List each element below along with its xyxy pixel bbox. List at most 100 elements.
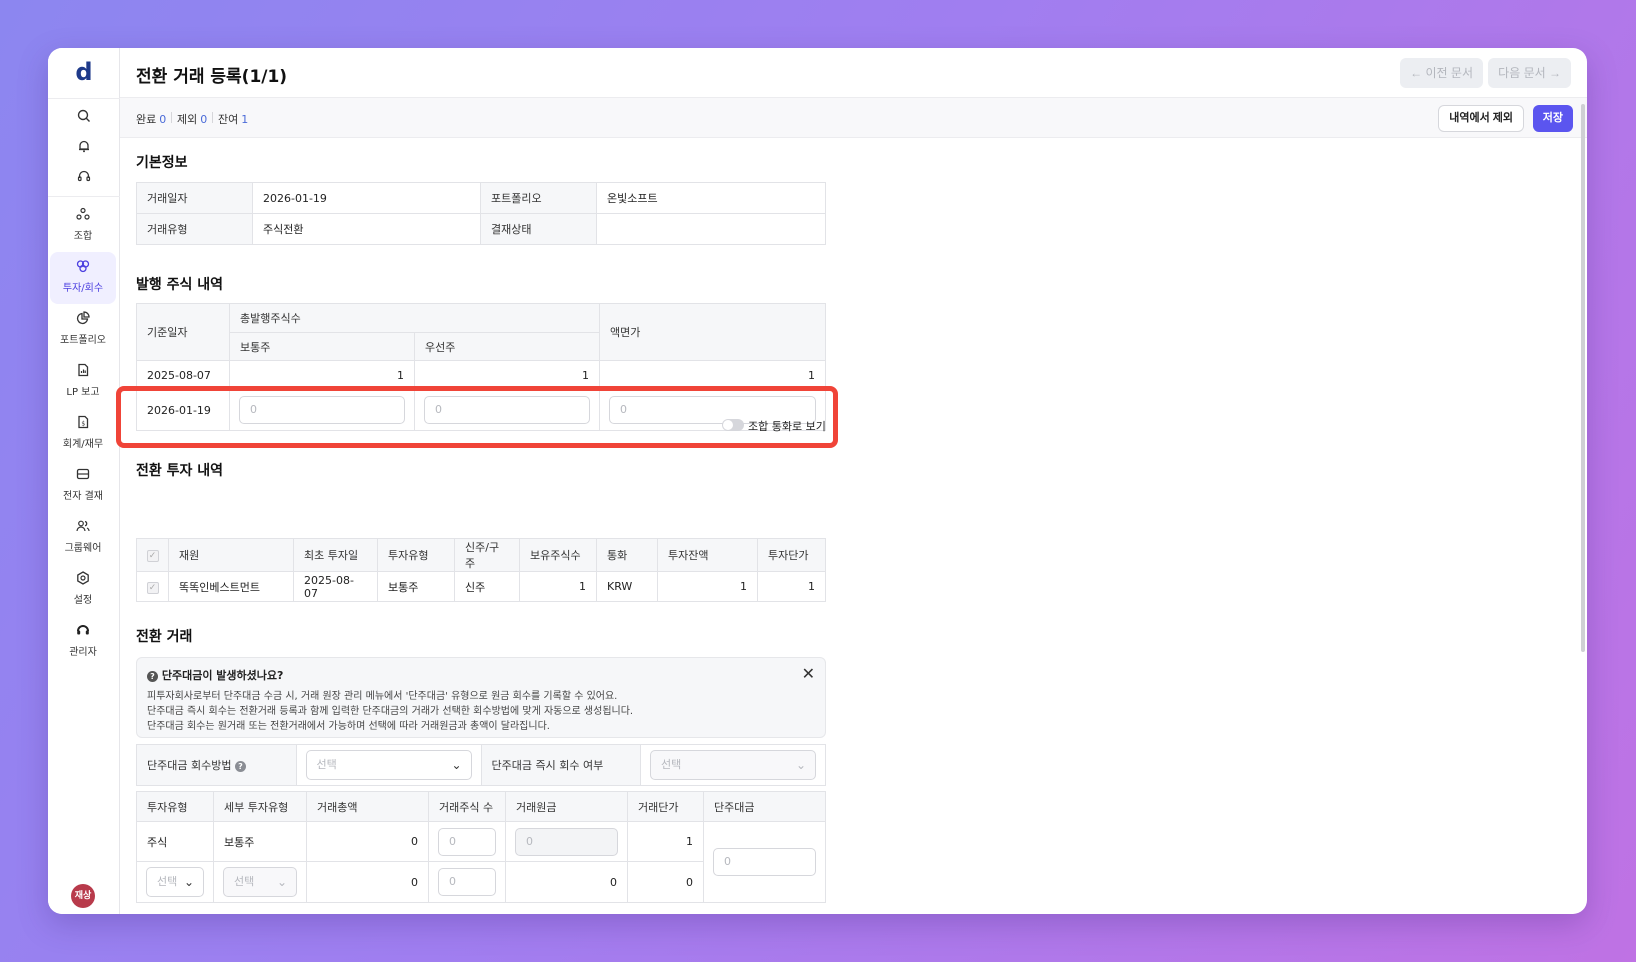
divider	[171, 112, 172, 123]
col-source: 재원	[168, 538, 294, 572]
sidebar-item-admin[interactable]: 관리자	[50, 616, 116, 668]
sidebar-item-settings[interactable]: 설정	[50, 564, 116, 616]
sidebar-item-label: 그룹웨어	[64, 543, 102, 554]
sub-type-select[interactable]: 선택 ⌄	[223, 867, 297, 897]
main-content: 기본정보 거래일자 2026-01-19 포트폴리오 온빛소프트 거래유형 주식…	[120, 138, 1579, 914]
close-icon[interactable]: ✕	[802, 664, 815, 683]
inbox-icon	[76, 466, 90, 485]
sidebar-item-approval[interactable]: 전자 결재	[50, 460, 116, 512]
users-icon	[76, 518, 90, 537]
cell-total: 0	[306, 861, 429, 903]
chevron-down-icon: ⌄	[795, 758, 806, 772]
divider	[48, 196, 120, 197]
page-title: 전환 거래 등록(1/1)	[136, 67, 288, 87]
cell-source: 똑똑인베스트먼트	[168, 571, 294, 602]
headset-icon[interactable]	[48, 168, 120, 187]
next-label: 다음 문서	[1498, 66, 1546, 80]
sidebar-item-label: 투자/회수	[62, 283, 104, 294]
cell-first-date: 2025-08-07	[293, 571, 378, 602]
fund-icon	[76, 206, 90, 225]
prev-label: 이전 문서	[1425, 66, 1474, 80]
col-shares: 보유주식수	[519, 538, 597, 572]
total-shares-header: 총발행주식수	[229, 303, 600, 333]
preferred-stock-header: 우선주	[414, 332, 600, 361]
excluded-stat: 제외 0	[177, 111, 207, 127]
done-stat: 완료 0	[136, 111, 166, 127]
cell-unit: 1	[627, 821, 704, 862]
col-type: 투자유형	[377, 538, 455, 572]
divider	[48, 98, 120, 99]
sidebar-item-label: 전자 결재	[63, 491, 103, 502]
trade-type-value: 주식전환	[252, 213, 481, 245]
col-total: 거래총액	[306, 791, 429, 822]
app-logo[interactable]: d	[48, 58, 120, 86]
section-title-conversion-investment: 전환 투자 내역	[136, 463, 224, 479]
select-all-cell: ✓	[136, 538, 169, 572]
table-row[interactable]: ✓ 똑똑인베스트먼트 2025-08-07 보통주 신주 1 KRW 1 1	[136, 571, 826, 602]
fraction-amount-input[interactable]: 0	[713, 848, 816, 876]
col-unit-price: 투자단가	[757, 538, 826, 572]
trade-shares-input[interactable]: 0	[438, 827, 496, 856]
scrollbar-thumb[interactable]	[1581, 104, 1585, 652]
immediate-recovery-label: 단주대금 즉시 회수 여부	[480, 744, 641, 786]
trade-date-label: 거래일자	[136, 182, 253, 214]
select-all-checkbox[interactable]: ✓	[146, 550, 159, 562]
arrow-left-icon: ←	[1410, 66, 1426, 80]
col-fraction: 단주대금	[703, 791, 826, 822]
sidebar-item-portfolio[interactable]: 포트폴리오	[50, 304, 116, 356]
prev-document-button[interactable]: ← 이전 문서	[1400, 58, 1483, 88]
next-document-button[interactable]: 다음 문서 →	[1488, 58, 1571, 88]
report-icon	[76, 362, 90, 381]
save-button[interactable]: 저장	[1532, 105, 1573, 132]
sidebar: d 조합 투자/회수 포트폴리오 LP 보고 $ 회계/재무 전자 결재 그룹웨…	[48, 48, 120, 914]
approval-status-label: 결재상태	[480, 213, 597, 245]
section-title-issued-shares: 발행 주식 내역	[136, 277, 224, 293]
avatar[interactable]: 재상	[71, 884, 95, 908]
recovery-method-label: 단주대금 회수방법 ?	[136, 744, 297, 786]
svg-text:$: $	[81, 421, 85, 428]
sidebar-item-accounting[interactable]: $ 회계/재무	[50, 408, 116, 460]
recovery-method-label-text: 단주대금 회수방법	[147, 759, 232, 772]
par-value-header: 액면가	[599, 303, 826, 361]
table-row: 주식 보통주 0 0 0 1 0	[136, 821, 826, 903]
sidebar-item-label: 설정	[73, 595, 93, 606]
principal-input: 0	[515, 827, 618, 856]
app-window: d 조합 투자/회수 포트폴리오 LP 보고 $ 회계/재무 전자 결재 그룹웨…	[48, 48, 1587, 914]
common-stock-header: 보통주	[229, 332, 415, 361]
bell-icon[interactable]	[48, 138, 120, 157]
basic-info-table: 거래일자 2026-01-19 포트폴리오 온빛소프트 거래유형 주식전환 결재…	[136, 182, 826, 245]
help-icon[interactable]: ?	[234, 761, 246, 772]
remaining-count: 1	[241, 113, 249, 126]
portfolio-value: 온빛소프트	[596, 182, 826, 214]
immediate-recovery-select[interactable]: 선택 ⌄	[650, 750, 816, 780]
col-unit: 거래단가	[627, 791, 704, 822]
chevron-down-icon: ⌄	[276, 875, 287, 889]
sidebar-item-groupware[interactable]: 그룹웨어	[50, 512, 116, 564]
sidebar-item-label: 관리자	[69, 647, 97, 658]
select-placeholder: 선택	[661, 758, 682, 771]
status-bar: 완료 0 제외 0 잔여 1 내역에서 제외 저장	[120, 98, 1587, 138]
recovery-method-select[interactable]: 선택 ⌄	[305, 750, 472, 780]
sidebar-item-fund[interactable]: 조합	[50, 200, 116, 252]
inv-type-select[interactable]: 선택 ⌄	[146, 867, 204, 897]
cell-new-old: 신주	[454, 571, 520, 602]
search-icon[interactable]	[48, 108, 120, 127]
notice-line: 단주대금 회수는 원거래 또는 전환거래에서 가능하며 선택에 따라 거래원금과…	[147, 721, 550, 732]
remaining-label: 잔여	[218, 113, 239, 126]
notice-line: 단주대금 즉시 회수는 전환거래 등록과 함께 입력한 단주대금의 거래가 선택…	[147, 706, 634, 717]
pie-chart-icon	[76, 310, 90, 329]
highlight-box	[116, 386, 838, 448]
row-checkbox[interactable]: ✓	[146, 581, 159, 594]
col-trade-shares: 거래주식 수	[428, 791, 506, 822]
select-placeholder: 선택	[157, 875, 178, 888]
sidebar-item-lp-report[interactable]: LP 보고	[50, 356, 116, 408]
sidebar-item-label: 조합	[73, 231, 93, 242]
trade-shares-input[interactable]: 0	[438, 868, 496, 896]
trade-type-label: 거래유형	[136, 213, 253, 245]
sidebar-item-investment[interactable]: 투자/회수	[50, 252, 116, 304]
exclude-from-list-button[interactable]: 내역에서 제외	[1438, 105, 1524, 132]
col-inv-type: 투자유형	[136, 791, 214, 822]
cell-shares: 1	[519, 571, 597, 602]
admin-headset-icon	[76, 622, 90, 641]
section-title-conversion-trade: 전환 거래	[136, 629, 193, 645]
